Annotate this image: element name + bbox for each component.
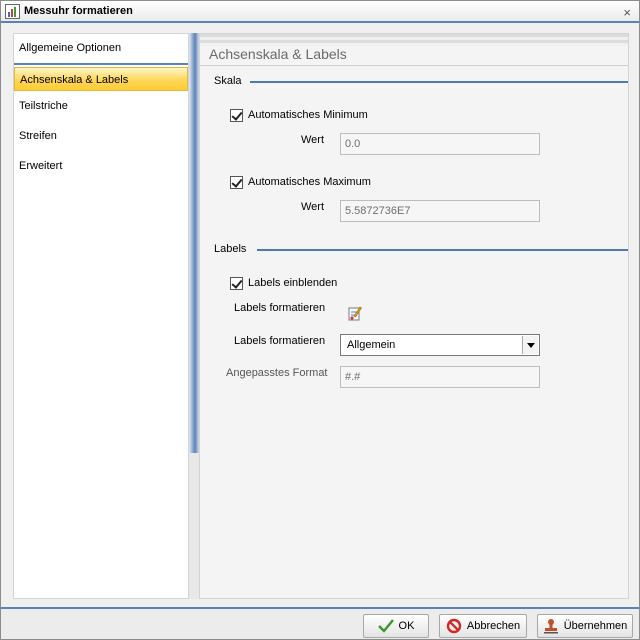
cancel-button[interactable]: Abbrechen	[439, 614, 527, 638]
close-icon[interactable]: ×	[623, 5, 631, 20]
apply-label: Übernehmen	[563, 620, 628, 632]
auto-minimum-label: Automatisches Minimum	[248, 109, 368, 121]
format-labels-icon-label: Labels formatieren	[234, 302, 326, 314]
edit-format-icon[interactable]	[348, 305, 362, 321]
ok-label: OK	[398, 620, 415, 632]
divider	[200, 65, 628, 66]
cancel-label: Abbrechen	[466, 620, 521, 632]
cancel-icon	[446, 618, 462, 634]
format-gauge-dialog: Messuhr formatieren × Allgemeine Optione…	[0, 0, 640, 640]
ok-button[interactable]: OK	[363, 614, 429, 638]
title-bar: Messuhr formatieren ×	[1, 1, 639, 23]
checkmark-icon	[377, 619, 394, 633]
options-nav: Allgemeine Optionen Achsenskala & Labels…	[13, 33, 189, 599]
nav-item-general-options[interactable]: Allgemeine Optionen	[14, 34, 188, 65]
stamp-icon	[543, 619, 558, 634]
auto-minimum-checkbox[interactable]: Automatisches Minimum	[230, 107, 368, 123]
panel-header-stripe	[200, 34, 628, 46]
nav-item-stripes[interactable]: Streifen	[14, 124, 188, 148]
min-value-field[interactable]: 0.0	[340, 133, 540, 155]
nav-item-tick-marks[interactable]: Teilstriche	[14, 94, 188, 118]
custom-format-label: Angepasstes Format	[226, 367, 328, 379]
auto-maximum-label: Automatisches Maximum	[248, 176, 371, 188]
section-divider	[250, 81, 628, 83]
auto-maximum-checkbox[interactable]: Automatisches Maximum	[230, 174, 371, 190]
apply-button[interactable]: Übernehmen	[537, 614, 633, 638]
gauge-chart-icon	[5, 4, 20, 19]
label-format-value: Allgemein	[347, 339, 396, 351]
settings-panel: Achsenskala & Labels Skala Automatisches…	[199, 33, 629, 599]
section-title-scale: Skala	[214, 75, 242, 87]
max-value-label: Wert	[301, 201, 325, 213]
panel-splitter[interactable]	[189, 33, 199, 599]
custom-format-field[interactable]: #.#	[340, 366, 540, 388]
checkbox-checked-icon[interactable]	[230, 108, 243, 122]
window-title: Messuhr formatieren	[24, 5, 133, 17]
nav-item-advanced[interactable]: Erweitert	[14, 154, 188, 178]
dialog-footer: OK Abbrechen Übernehmen	[1, 609, 639, 639]
label-format-select[interactable]: Allgemein	[340, 334, 540, 356]
show-labels-label: Labels einblenden	[248, 277, 338, 289]
checkbox-checked-icon[interactable]	[230, 175, 243, 189]
section-title-labels: Labels	[214, 243, 247, 255]
show-labels-checkbox[interactable]: Labels einblenden	[230, 275, 337, 291]
min-value-label: Wert	[301, 134, 325, 146]
section-divider	[257, 249, 628, 251]
panel-title: Achsenskala & Labels	[209, 46, 347, 62]
checkbox-checked-icon[interactable]	[230, 276, 243, 290]
format-labels-select-label: Labels formatieren	[234, 335, 326, 347]
chevron-down-icon[interactable]	[522, 336, 538, 354]
max-value-field[interactable]: 5.5872736E7	[340, 200, 540, 222]
nav-item-axis-scale-labels[interactable]: Achsenskala & Labels	[14, 67, 188, 91]
